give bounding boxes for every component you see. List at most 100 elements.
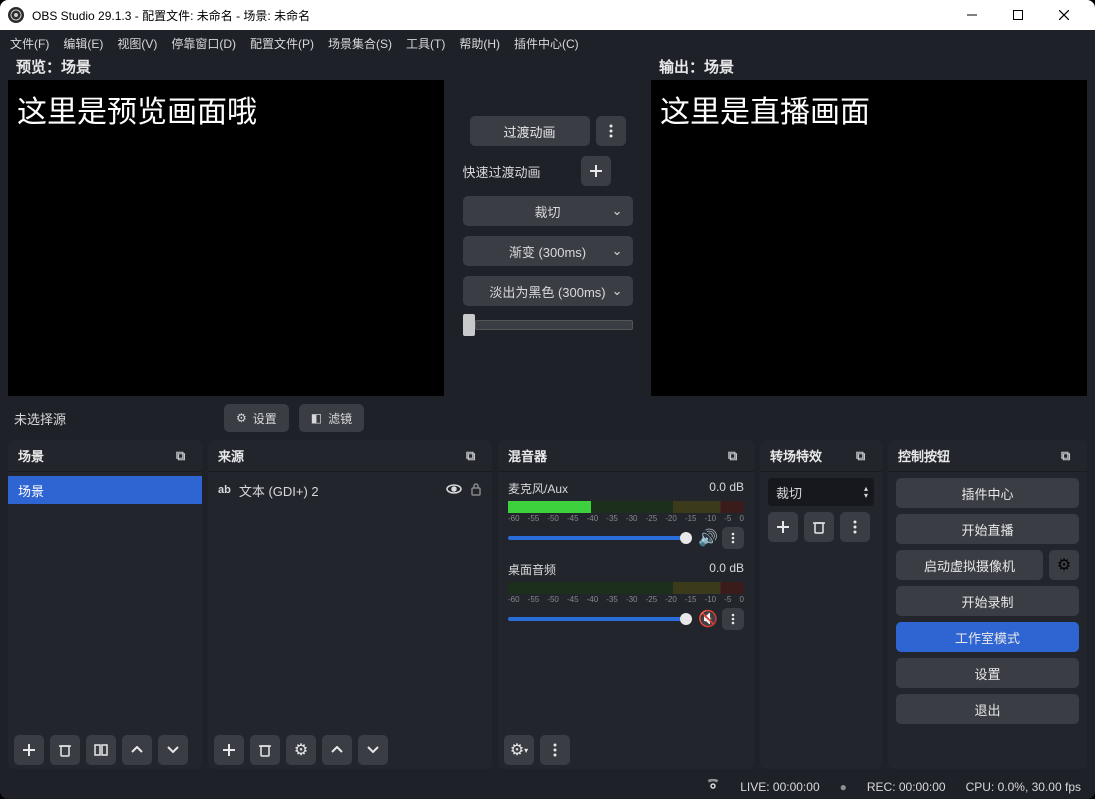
speaker-icon[interactable]: 🔊 <box>698 528 716 548</box>
remove-source-button[interactable] <box>250 735 280 765</box>
volume-knob[interactable] <box>680 532 692 544</box>
scenes-title: 场景 <box>18 446 44 465</box>
remove-scene-button[interactable] <box>50 735 80 765</box>
quick-trans-select-2[interactable]: 渐变 (300ms) ⌄ <box>463 236 633 266</box>
meter-ticks: -60-55-50-45-40-35-30-25-20-15-10-50 <box>508 595 744 604</box>
transition-props-button[interactable] <box>840 512 870 542</box>
source-settings-button[interactable]: ⚙ 设置 <box>224 404 289 432</box>
lock-icon[interactable] <box>470 482 482 499</box>
popout-icon[interactable]: ⧉ <box>466 448 482 464</box>
rec-status: REC: 00:00:00 <box>867 780 946 794</box>
source-down-button[interactable] <box>358 735 388 765</box>
gear-icon: ⚙ <box>236 411 247 425</box>
volume-knob[interactable] <box>680 613 692 625</box>
preview-pane: 预览：场景 这里是预览画面哦 <box>8 56 444 396</box>
speaker-muted-icon[interactable]: 🔇 <box>698 609 716 629</box>
mixer-title: 混音器 <box>508 446 547 465</box>
controls-title: 控制按钮 <box>898 446 950 465</box>
quick-trans-select-1[interactable]: 裁切 ⌄ <box>463 196 633 226</box>
chevron-down-icon: ⌄ <box>612 203 623 219</box>
program-pane: 输出：场景 这里是直播画面 <box>651 56 1087 396</box>
preview-label: 预览：场景 <box>8 56 444 80</box>
scene-down-button[interactable] <box>158 735 188 765</box>
transitions-panel: 转场特效 ⧉ 裁切 ▴▾ <box>760 440 882 769</box>
menu-file[interactable]: 文件(F) <box>10 35 49 52</box>
tbar-track <box>475 320 633 330</box>
source-filters-button[interactable]: ◧ 滤镜 <box>299 404 364 432</box>
add-quick-transition-button[interactable] <box>581 156 611 186</box>
settings-button[interactable]: 设置 <box>896 658 1079 688</box>
program-text: 这里是直播画面 <box>652 81 878 395</box>
popout-icon[interactable]: ⧉ <box>1061 448 1077 464</box>
preview-text: 这里是预览画面哦 <box>9 81 265 395</box>
chevron-down-icon: ⌄ <box>612 243 623 259</box>
mixer-channel-db: 0.0 dB <box>709 561 744 578</box>
menu-help[interactable]: 帮助(H) <box>459 35 500 52</box>
popout-icon[interactable]: ⧉ <box>176 448 192 464</box>
volume-slider[interactable] <box>508 536 692 540</box>
add-transition-button[interactable] <box>768 512 798 542</box>
record-dot-icon: ● <box>840 780 847 794</box>
source-properties-button[interactable]: ⚙ <box>286 735 316 765</box>
live-status: LIVE: 00:00:00 <box>740 780 819 794</box>
menu-dock[interactable]: 停靠窗口(D) <box>171 35 236 52</box>
quick-trans-select-3[interactable]: 淡出为黑色 (300ms) ⌄ <box>463 276 633 306</box>
mixer-channel-name: 桌面音频 <box>508 561 556 578</box>
mixer-advanced-button[interactable]: ⚙▾ <box>504 735 534 765</box>
sources-title: 来源 <box>218 446 244 465</box>
plugin-center-button[interactable]: 插件中心 <box>896 478 1079 508</box>
scene-item[interactable]: 场景 <box>8 476 202 504</box>
close-button[interactable] <box>1041 0 1087 30</box>
source-toolbar: 未选择源 ⚙ 设置 ◧ 滤镜 <box>0 396 1095 440</box>
add-scene-button[interactable] <box>14 735 44 765</box>
mixer-options-button[interactable] <box>722 608 744 630</box>
preview-canvas[interactable]: 这里是预览画面哦 <box>8 80 444 396</box>
obs-window: OBS Studio 29.1.3 - 配置文件: 未命名 - 场景: 未命名 … <box>0 0 1095 799</box>
no-selection-label: 未选择源 <box>14 409 214 428</box>
minimize-button[interactable] <box>949 0 995 30</box>
remove-transition-button[interactable] <box>804 512 834 542</box>
tbar-slider[interactable] <box>463 316 633 334</box>
exit-button[interactable]: 退出 <box>896 694 1079 724</box>
window-title: OBS Studio 29.1.3 - 配置文件: 未命名 - 场景: 未命名 <box>32 7 949 24</box>
eye-icon[interactable] <box>446 483 462 498</box>
menu-edit[interactable]: 编辑(E) <box>63 35 103 52</box>
obs-logo-icon <box>8 7 24 23</box>
mixer-options-button[interactable] <box>722 527 744 549</box>
scene-filter-button[interactable] <box>86 735 116 765</box>
filters-icon: ◧ <box>311 411 322 425</box>
meter-ticks: -60-55-50-45-40-35-30-25-20-15-10-50 <box>508 514 744 523</box>
maximize-button[interactable] <box>995 0 1041 30</box>
menu-tools[interactable]: 工具(T) <box>406 35 445 52</box>
popout-icon[interactable]: ⧉ <box>856 448 872 464</box>
vcam-settings-button[interactable]: ⚙ <box>1049 550 1079 580</box>
menu-scene-collection[interactable]: 场景集合(S) <box>328 35 392 52</box>
cpu-status: CPU: 0.0%, 30.00 fps <box>966 780 1081 794</box>
menu-profile[interactable]: 配置文件(P) <box>250 35 314 52</box>
tbar-handle[interactable] <box>463 314 475 336</box>
transition-select[interactable]: 裁切 ▴▾ <box>768 478 874 506</box>
sources-panel: 来源 ⧉ ab 文本 (GDI+) 2 <box>208 440 492 769</box>
previews-row: 预览：场景 这里是预览画面哦 过渡动画 快速过渡动画 <box>0 56 1095 396</box>
transition-button[interactable]: 过渡动画 <box>470 116 590 146</box>
menu-plugin-center[interactable]: 插件中心(C) <box>514 35 579 52</box>
program-canvas[interactable]: 这里是直播画面 <box>651 80 1087 396</box>
menubar: 文件(F) 编辑(E) 视图(V) 停靠窗口(D) 配置文件(P) 场景集合(S… <box>0 30 1095 56</box>
start-record-button[interactable]: 开始录制 <box>896 586 1079 616</box>
popout-icon[interactable]: ⧉ <box>728 448 744 464</box>
mixer-menu-button[interactable] <box>540 735 570 765</box>
quick-transition-label: 快速过渡动画 <box>463 162 541 181</box>
controls-panel: 控制按钮 ⧉ 插件中心 开始直播 启动虚拟摄像机 ⚙ 开始录制 工作室模式 设置… <box>888 440 1087 769</box>
add-source-button[interactable] <box>214 735 244 765</box>
source-item[interactable]: ab 文本 (GDI+) 2 <box>208 476 492 504</box>
start-vcam-button[interactable]: 启动虚拟摄像机 <box>896 550 1043 580</box>
text-source-icon: ab <box>218 484 231 496</box>
menu-view[interactable]: 视图(V) <box>117 35 157 52</box>
studio-mode-button[interactable]: 工作室模式 <box>896 622 1079 652</box>
scene-up-button[interactable] <box>122 735 152 765</box>
start-stream-button[interactable]: 开始直播 <box>896 514 1079 544</box>
transition-options-button[interactable] <box>596 116 626 146</box>
volume-slider[interactable] <box>508 617 692 621</box>
source-up-button[interactable] <box>322 735 352 765</box>
mixer-channel-mic: 麦克风/Aux 0.0 dB -60-55-50-45-40-35-30-25-… <box>498 476 754 557</box>
